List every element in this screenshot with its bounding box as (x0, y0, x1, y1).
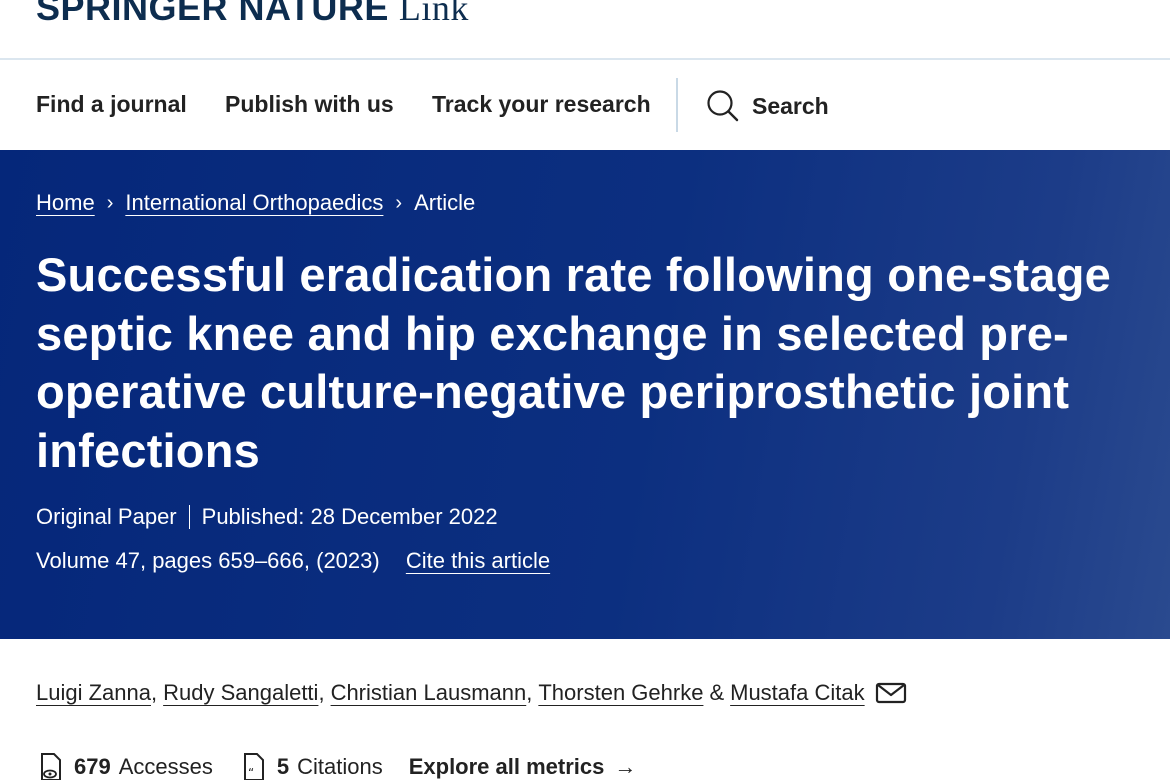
published-date: Published: 28 December 2022 (201, 504, 498, 529)
meta-divider (188, 505, 190, 529)
breadcrumb-home[interactable]: Home (36, 190, 95, 216)
citations-icon: “ (243, 753, 264, 780)
search-button[interactable]: Search (706, 89, 829, 123)
chevron-right-icon: › (395, 191, 403, 214)
author-ampersand: & (709, 680, 725, 705)
mail-icon[interactable] (875, 681, 907, 705)
author-link[interactable]: Mustafa Citak (730, 680, 865, 706)
article-title: Successful eradication rate following on… (36, 248, 1111, 477)
explore-all-metrics-link[interactable]: Explore all metrics → (409, 754, 637, 780)
arrow-right-icon: → (614, 754, 637, 779)
author-link[interactable]: Thorsten Gehrke (538, 680, 703, 706)
author-link[interactable]: Rudy Sangaletti (163, 680, 318, 706)
logo-link-text: Link (398, 0, 469, 28)
explore-all-metrics-label: Explore all metrics (408, 754, 605, 779)
nav-find-a-journal[interactable]: Find a journal (36, 91, 187, 118)
article-hero: Home › International Orthopaedics › Arti… (0, 150, 1170, 639)
article-volume-row: Volume 47, pages 659–666, (2023) Cite th… (36, 548, 550, 574)
author-separator: , (526, 680, 533, 705)
article-type: Original Paper (36, 504, 177, 529)
nav-track-your-research[interactable]: Track your research (432, 91, 651, 118)
author-link[interactable]: Luigi Zanna (36, 680, 151, 706)
accesses-icon (41, 753, 61, 780)
nav-publish-with-us[interactable]: Publish with us (225, 91, 394, 118)
cite-this-article-link[interactable]: Cite this article (406, 548, 550, 573)
author-link[interactable]: Christian Lausmann (331, 680, 527, 706)
springer-nature-link-logo[interactable]: SPRINGER NATURE Link (36, 0, 469, 29)
main-nav: Find a journal Publish with us Track you… (0, 62, 1170, 150)
author-separator: , (318, 680, 325, 705)
breadcrumb: Home › International Orthopaedics › Arti… (36, 190, 475, 216)
accesses-count: 679 (74, 754, 111, 779)
breadcrumb-current: Article (414, 190, 476, 215)
accesses-label: Accesses (118, 754, 213, 779)
article-volume: Volume 47, pages 659–666, (2023) (36, 548, 380, 573)
citations-count: 5 (276, 754, 290, 779)
author-list: Luigi Zanna, Rudy Sangaletti, Christian … (36, 680, 907, 706)
logo-springer-nature-text: SPRINGER NATURE (36, 0, 389, 28)
svg-text:“: “ (248, 766, 254, 780)
nav-divider (676, 78, 678, 132)
article-metrics: 679 Accesses “ 5 Citations Explore all m… (36, 752, 636, 780)
breadcrumb-journal[interactable]: International Orthopaedics (125, 190, 383, 216)
article-meta: Original Paper Published: 28 December 20… (36, 504, 498, 530)
search-label: Search (752, 92, 829, 119)
citations-label: Citations (297, 754, 383, 779)
site-header: SPRINGER NATURE Link (0, 0, 1170, 60)
search-icon (707, 90, 739, 122)
author-separator: , (150, 680, 158, 705)
chevron-right-icon: › (106, 191, 114, 214)
